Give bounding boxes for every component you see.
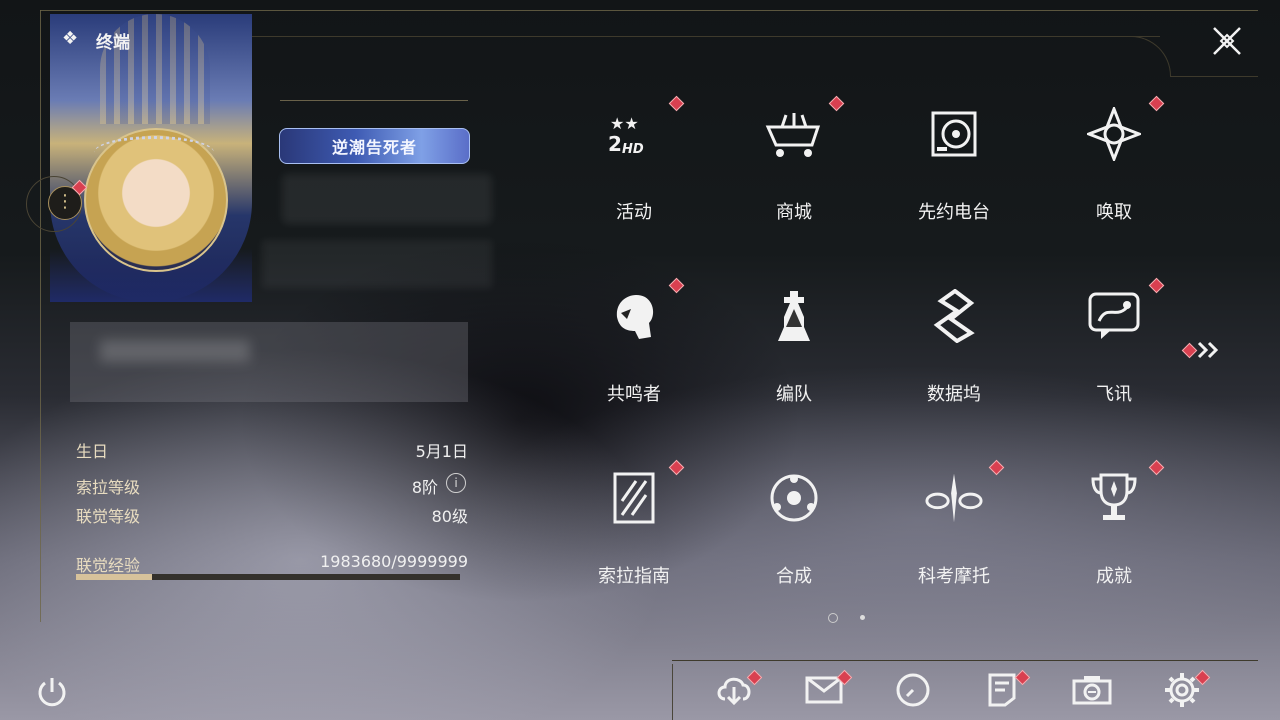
badge-dot [668, 459, 685, 476]
motorcycle-icon [924, 468, 984, 528]
badge-dot [668, 277, 685, 294]
page-indicator-1[interactable] [828, 613, 838, 623]
union-exp-value: 1983680/9999999 [320, 552, 468, 571]
tile-label: 商城 [776, 202, 812, 223]
svg-text:HD: HD [622, 142, 644, 157]
tile-motorcycle[interactable]: 科考摩托 [874, 454, 1034, 614]
signature-box[interactable] [70, 322, 468, 402]
tile-label: 索拉指南 [598, 566, 670, 587]
tile-label: 编队 [776, 384, 812, 405]
terminal-diamond-icon: ❖ [62, 28, 79, 49]
tile-label: 先约电台 [918, 202, 990, 223]
frame-top-line [40, 10, 1258, 11]
sol-rank-label: 索拉等级 [76, 478, 141, 497]
message-icon [1084, 286, 1144, 346]
trophy-icon [1084, 468, 1144, 528]
camera-icon [1072, 676, 1112, 705]
name-divider [280, 100, 468, 101]
union-level-value: 80级 [431, 507, 468, 526]
union-level-label: 联觉等级 [76, 507, 141, 526]
tile-radio[interactable]: 先约电台 [874, 90, 1034, 250]
birthday-label: 生日 [76, 442, 109, 461]
title-badge[interactable]: 逆潮告死者 [279, 128, 470, 164]
tile-message[interactable]: 飞讯 [1034, 272, 1194, 432]
tile-label: 合成 [776, 566, 812, 587]
tile-label: 活动 [616, 202, 652, 223]
thorn-crown-decoration [94, 136, 214, 169]
tile-data-bank[interactable]: 数据坞 [874, 272, 1034, 432]
tile-label: 科考摩托 [918, 566, 990, 587]
shop-cart-icon [764, 104, 824, 164]
tile-synthesis[interactable]: 合成 [714, 454, 874, 614]
info-icon[interactable]: i [446, 473, 466, 493]
notice-icon [988, 673, 1016, 707]
birthday-value: 5月1日 [415, 442, 468, 461]
settings-button[interactable] [1162, 669, 1211, 710]
badge-dot [828, 95, 845, 112]
clock-button[interactable] [893, 670, 933, 710]
svg-text:2: 2 [608, 132, 622, 156]
badge-dot [1014, 669, 1031, 686]
tile-label: 飞讯 [1096, 384, 1132, 405]
tile-resonator[interactable]: 共鸣者 [554, 272, 714, 432]
radio-icon [924, 104, 984, 164]
union-exp-label: 联觉经验 [76, 556, 141, 575]
exp-progress-bar [76, 574, 460, 580]
frame-inner-line [250, 36, 1160, 37]
power-icon [38, 678, 66, 707]
guide-icon [604, 468, 664, 528]
tile-achievement[interactable]: 成就 [1034, 454, 1194, 614]
sol-rank-value: 8阶 [411, 478, 438, 497]
synthesis-icon [764, 468, 824, 528]
clock-icon [896, 673, 930, 707]
resonator-icon [604, 286, 664, 346]
close-icon [1213, 27, 1241, 55]
tile-label: 数据坞 [927, 384, 981, 405]
tile-team[interactable]: 编队 [714, 272, 874, 432]
mail-icon [805, 676, 843, 704]
svg-text:★★: ★★ [610, 114, 639, 133]
tile-label: 共鸣者 [607, 384, 661, 405]
frame-curve [1125, 36, 1171, 77]
badge-dot [1148, 459, 1165, 476]
player-name-blurred [282, 174, 492, 224]
tile-label: 唤取 [1096, 202, 1132, 223]
frame-left-line [40, 10, 41, 622]
frame-right-line [1170, 76, 1258, 77]
badge-dot [1148, 277, 1165, 294]
next-page-button[interactable] [1181, 338, 1222, 362]
camera-button[interactable] [1072, 670, 1112, 710]
power-button[interactable] [34, 674, 70, 710]
2hd-event-icon: ★★ 2 HD [604, 104, 664, 164]
page-indicator-2[interactable] [860, 615, 865, 620]
next-page-badge-dot [1181, 342, 1198, 359]
chess-team-icon [764, 286, 824, 346]
exp-progress-fill [76, 574, 153, 580]
bottom-bar-divider [672, 664, 673, 720]
page-title: 终端 [96, 33, 130, 53]
signature-text-blurred [100, 340, 250, 362]
tile-activity[interactable]: ★★ 2 HD 活动 [554, 90, 714, 250]
data-bank-icon [924, 286, 984, 346]
badge-dot [988, 459, 1005, 476]
badge-dot [668, 95, 685, 112]
mail-button[interactable] [804, 669, 853, 710]
download-button[interactable] [714, 669, 763, 710]
badge-dot [1148, 95, 1165, 112]
tile-label: 成就 [1096, 566, 1132, 587]
close-button[interactable] [1210, 24, 1244, 58]
player-id-blurred [262, 240, 492, 288]
tile-guide[interactable]: 索拉指南 [554, 454, 714, 614]
tile-shop[interactable]: 商城 [714, 90, 874, 250]
double-chevron-right-icon [1197, 341, 1219, 359]
notice-button[interactable] [982, 669, 1031, 710]
bottom-bar-line [672, 660, 1258, 661]
convene-icon [1084, 104, 1144, 164]
tile-convene[interactable]: 唤取 [1034, 90, 1194, 250]
